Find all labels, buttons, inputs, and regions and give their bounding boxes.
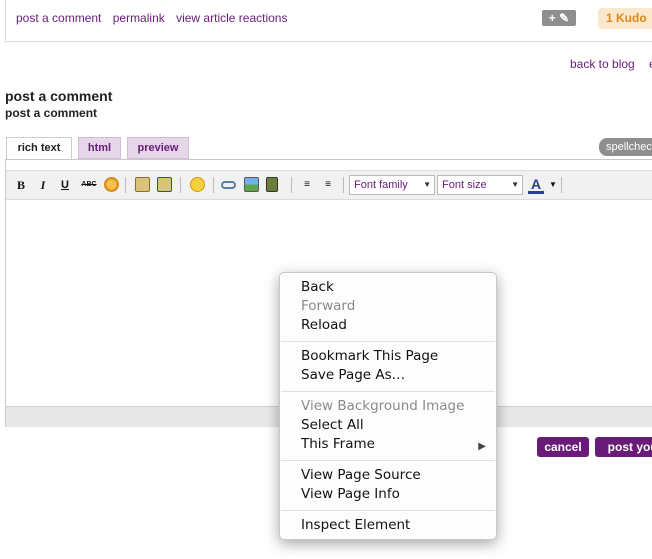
toolbar-separator	[343, 177, 344, 193]
menu-item-bookmark[interactable]: Bookmark This Page	[301, 347, 438, 366]
menu-item-back[interactable]: Back	[301, 278, 334, 297]
italic-button[interactable]: I	[35, 177, 51, 193]
underline-button[interactable]: U	[57, 177, 73, 193]
context-menu: Back Forward Reload Bookmark This Page S…	[279, 272, 497, 540]
view-reactions-link[interactable]: view article reactions	[176, 11, 287, 25]
toolbar-separator	[561, 177, 562, 193]
tab-rich-text[interactable]: rich text	[6, 137, 72, 160]
special-char-icon[interactable]	[104, 177, 119, 192]
menu-separator	[281, 341, 495, 342]
image-icon[interactable]	[244, 177, 259, 192]
comment-subtitle: post a comment	[5, 106, 98, 120]
post-comment-link[interactable]: post a comment	[16, 11, 101, 25]
font-family-select[interactable]: Font family ▼	[349, 175, 435, 195]
menu-item-view-source[interactable]: View Page Source	[301, 466, 421, 485]
numbered-list-icon[interactable]: ≡	[299, 177, 315, 193]
font-family-value: Font family	[354, 179, 408, 191]
back-to-blog-link[interactable]: back to blog	[570, 57, 635, 71]
add-tag-button[interactable]: + ✎	[542, 10, 576, 26]
tab-preview[interactable]: preview	[127, 137, 189, 159]
toolbar-separator	[125, 177, 126, 193]
video-icon[interactable]	[266, 177, 278, 192]
paste-word-icon[interactable]	[157, 177, 172, 192]
menu-item-inspect[interactable]: Inspect Element	[301, 516, 410, 535]
bold-button[interactable]: B	[13, 177, 29, 193]
comment-title: post a comment	[5, 88, 113, 104]
chevron-down-icon: ▼	[511, 180, 519, 189]
link-icon[interactable]	[221, 181, 236, 189]
permalink-link[interactable]: permalink	[113, 11, 165, 25]
menu-item-select-all[interactable]: Select All	[301, 416, 364, 435]
menu-separator	[281, 510, 495, 511]
article-footer: post a comment permalink view article re…	[5, 0, 652, 42]
chevron-down-icon[interactable]: ▼	[545, 177, 561, 193]
menu-item-reload[interactable]: Reload	[301, 316, 347, 335]
menu-item-view-background[interactable]: View Background Image	[301, 397, 464, 416]
post-comment-button[interactable]: post your	[595, 437, 652, 457]
footer-links: post a comment permalink view article re…	[16, 11, 295, 25]
spellcheck-button[interactable]: spellcheck	[599, 138, 652, 156]
chevron-down-icon: ▼	[423, 180, 431, 189]
emoticon-icon[interactable]	[190, 177, 205, 192]
toolbar-separator	[291, 177, 292, 193]
cancel-button[interactable]: cancel	[537, 437, 589, 457]
menu-item-page-info[interactable]: View Page Info	[301, 485, 400, 504]
menu-item-this-frame[interactable]: This Frame	[301, 435, 375, 454]
editor-toolbar: B I U ABC ≡ ≡ Font family ▼ Font size ▼ …	[6, 170, 652, 200]
strikethrough-button[interactable]: ABC	[81, 177, 97, 193]
kudo-button[interactable]: 1 Kudo	[598, 8, 652, 29]
submenu-arrow-icon: ▶	[478, 441, 486, 452]
menu-item-save-page[interactable]: Save Page As…	[301, 366, 405, 385]
text-color-icon[interactable]: A	[528, 177, 544, 194]
tab-html[interactable]: html	[78, 137, 121, 159]
toolbar-separator	[180, 177, 181, 193]
menu-separator	[281, 460, 495, 461]
menu-separator	[281, 391, 495, 392]
toolbar-separator	[213, 177, 214, 193]
font-size-select[interactable]: Font size ▼	[437, 175, 523, 195]
font-size-value: Font size	[442, 179, 487, 191]
paste-icon[interactable]	[135, 177, 150, 192]
bullet-list-icon[interactable]: ≡	[320, 177, 336, 193]
menu-item-forward[interactable]: Forward	[301, 297, 355, 316]
